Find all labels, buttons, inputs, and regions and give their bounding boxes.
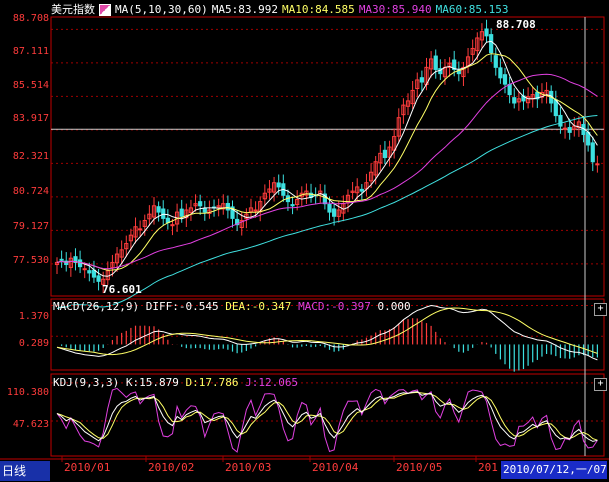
ma30-value: MA30:85.940 bbox=[358, 3, 432, 16]
main-panel-legend: 美元指数 MA(5,10,30,60) MA5:83.992 MA10:84.585 M… bbox=[51, 1, 513, 16]
candle-body bbox=[553, 99, 558, 117]
kdj-legend: KDJ(9,3,3) K:15.879 D:17.786 J:12.065 bbox=[53, 376, 298, 389]
ma60-value: MA60:85.153 bbox=[435, 3, 509, 16]
candle-body bbox=[161, 208, 166, 219]
y-tick-label: 80.724 bbox=[12, 186, 49, 197]
candle-body bbox=[290, 204, 295, 207]
candle-body bbox=[179, 208, 184, 217]
candle-body bbox=[156, 206, 161, 213]
candle-body bbox=[276, 182, 281, 188]
candle-body bbox=[253, 209, 258, 212]
macd-legend: MACD(26,12,9) DIFF:-0.545 DEA:-0.347 MAC… bbox=[53, 300, 411, 313]
candle-body bbox=[82, 268, 87, 271]
main-panel-frame bbox=[50, 16, 605, 297]
x-tick-label: 201 bbox=[478, 461, 498, 474]
low-price-label: 76.601 bbox=[102, 283, 142, 296]
ma-legend-icon bbox=[99, 4, 111, 16]
macd-dea-value: DEA:-0.347 bbox=[225, 300, 292, 313]
macd-params: MACD(26,12,9) bbox=[53, 300, 140, 313]
candle-body bbox=[198, 201, 203, 207]
candle-body bbox=[91, 269, 97, 278]
macd-value: MACD:-0.397 bbox=[298, 300, 371, 313]
macd-diff-value: DIFF:-0.545 bbox=[145, 300, 219, 313]
period-selector[interactable]: 日线 bbox=[0, 461, 50, 481]
cursor-date-readout: 2010/07/12,一/07 bbox=[501, 461, 607, 479]
candle-body bbox=[586, 131, 591, 146]
y-tick-label: 85.514 bbox=[12, 80, 49, 91]
candle-body bbox=[59, 258, 64, 261]
candle-body bbox=[433, 55, 438, 70]
kdj-d-value: D:17.786 bbox=[185, 376, 239, 389]
candle-body bbox=[225, 202, 230, 211]
y-tick-label: 83.917 bbox=[12, 113, 49, 124]
candle-body bbox=[502, 74, 508, 85]
kdj-k-value: K:15.879 bbox=[125, 376, 179, 389]
candle-body bbox=[96, 275, 101, 282]
stock-chart[interactable] bbox=[0, 0, 609, 482]
y-tick-label: 87.111 bbox=[12, 46, 49, 57]
candle-body bbox=[484, 28, 489, 37]
candle-body bbox=[332, 208, 337, 217]
candle-body bbox=[87, 270, 92, 274]
y-tick-label: 82.321 bbox=[12, 151, 49, 162]
candle-body bbox=[419, 77, 424, 83]
candle-body bbox=[327, 203, 332, 213]
x-tick-label: 2010/03 bbox=[225, 461, 272, 474]
macd-y-tick: 1.370 bbox=[18, 311, 49, 322]
ma5-line bbox=[56, 40, 598, 277]
candle-body bbox=[489, 34, 494, 54]
high-price-label: 88.708 bbox=[496, 18, 536, 31]
macd-extra-value: 0.000 bbox=[377, 300, 411, 313]
ma-params: MA(5,10,30,60) bbox=[115, 3, 208, 16]
candle-body bbox=[567, 127, 572, 133]
x-tick-label: 2010/01 bbox=[64, 461, 111, 474]
y-tick-label: 88.708 bbox=[12, 13, 49, 24]
kdj-y-tick: 47.623 bbox=[12, 419, 49, 430]
candle-body bbox=[595, 163, 600, 166]
candle-body bbox=[558, 114, 563, 127]
candle-body bbox=[202, 207, 207, 213]
ma5-value: MA5:83.992 bbox=[211, 3, 278, 16]
ma10-line bbox=[56, 53, 598, 271]
y-tick-label: 77.530 bbox=[12, 255, 49, 266]
candle-body bbox=[590, 142, 595, 163]
macd-y-tick: 0.289 bbox=[18, 338, 49, 349]
candle-body bbox=[507, 83, 512, 96]
macd-dea-line bbox=[56, 307, 598, 356]
x-tick-label: 2010/02 bbox=[148, 461, 195, 474]
kdj-j-value: J:12.065 bbox=[245, 376, 299, 389]
x-tick-label: 2010/04 bbox=[312, 461, 359, 474]
candle-body bbox=[493, 55, 498, 68]
kdj-k-line bbox=[56, 391, 598, 442]
candle-body bbox=[359, 188, 364, 192]
macd-expand-button[interactable]: + bbox=[594, 303, 607, 316]
y-tick-label: 79.127 bbox=[12, 221, 49, 232]
candle-body bbox=[138, 228, 143, 231]
candle-body bbox=[498, 67, 503, 79]
index-title: 美元指数 bbox=[51, 3, 95, 16]
x-tick-label: 2010/05 bbox=[396, 461, 443, 474]
ma10-value: MA10:84.585 bbox=[281, 3, 355, 16]
kdj-params: KDJ(9,3,3) bbox=[53, 376, 120, 389]
candle-body bbox=[512, 97, 517, 104]
kdj-expand-button[interactable]: + bbox=[594, 378, 607, 391]
macd-diff-line bbox=[56, 304, 598, 361]
ma60-line bbox=[56, 115, 598, 310]
candle-body bbox=[382, 149, 388, 159]
kdj-y-tick: 110.380 bbox=[6, 387, 49, 398]
